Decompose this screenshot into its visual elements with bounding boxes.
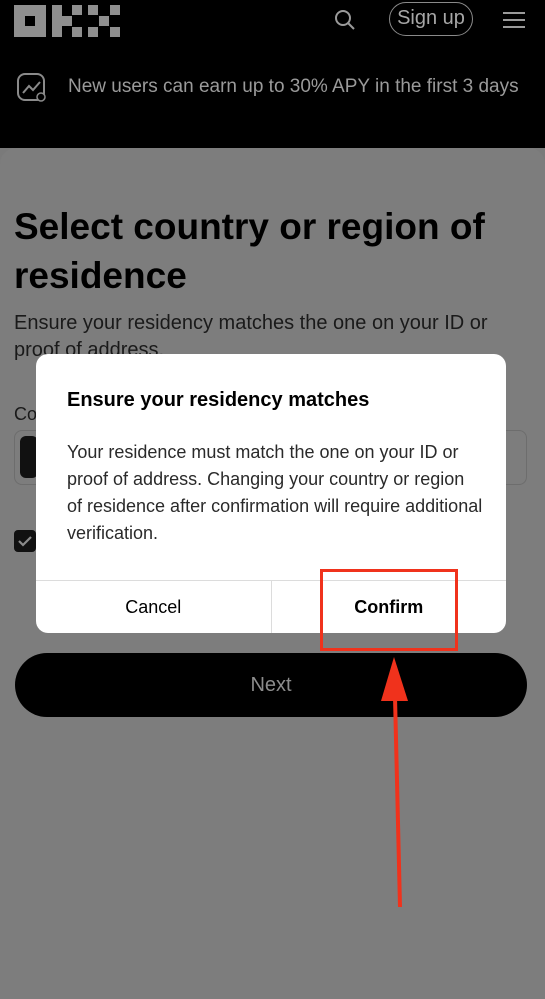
agreement-checkbox[interactable] (14, 530, 36, 552)
chart-star-icon (17, 73, 46, 102)
dialog-body: Your residence must match the one on you… (67, 442, 483, 543)
search-icon[interactable] (333, 8, 357, 32)
next-button[interactable]: Next (15, 653, 527, 717)
confirm-highlight-box (320, 569, 458, 651)
dialog-title: Ensure your residency matches (67, 389, 370, 411)
promo-text: New users can earn up to 30% APY in the … (68, 76, 519, 97)
top-bar: Sign up (0, 0, 545, 52)
okx-logo[interactable] (14, 5, 120, 37)
country-field-label: Co (14, 404, 38, 424)
cancel-button[interactable]: Cancel (36, 581, 272, 633)
hamburger-menu-icon[interactable] (503, 10, 525, 30)
annotation-arrow-icon (381, 657, 408, 908)
page-title: Select country or region of residence (14, 206, 485, 296)
sign-up-button[interactable]: Sign up (389, 2, 473, 36)
checkmark-icon (18, 536, 32, 547)
promo-banner: New users can earn up to 30% APY in the … (0, 52, 545, 148)
